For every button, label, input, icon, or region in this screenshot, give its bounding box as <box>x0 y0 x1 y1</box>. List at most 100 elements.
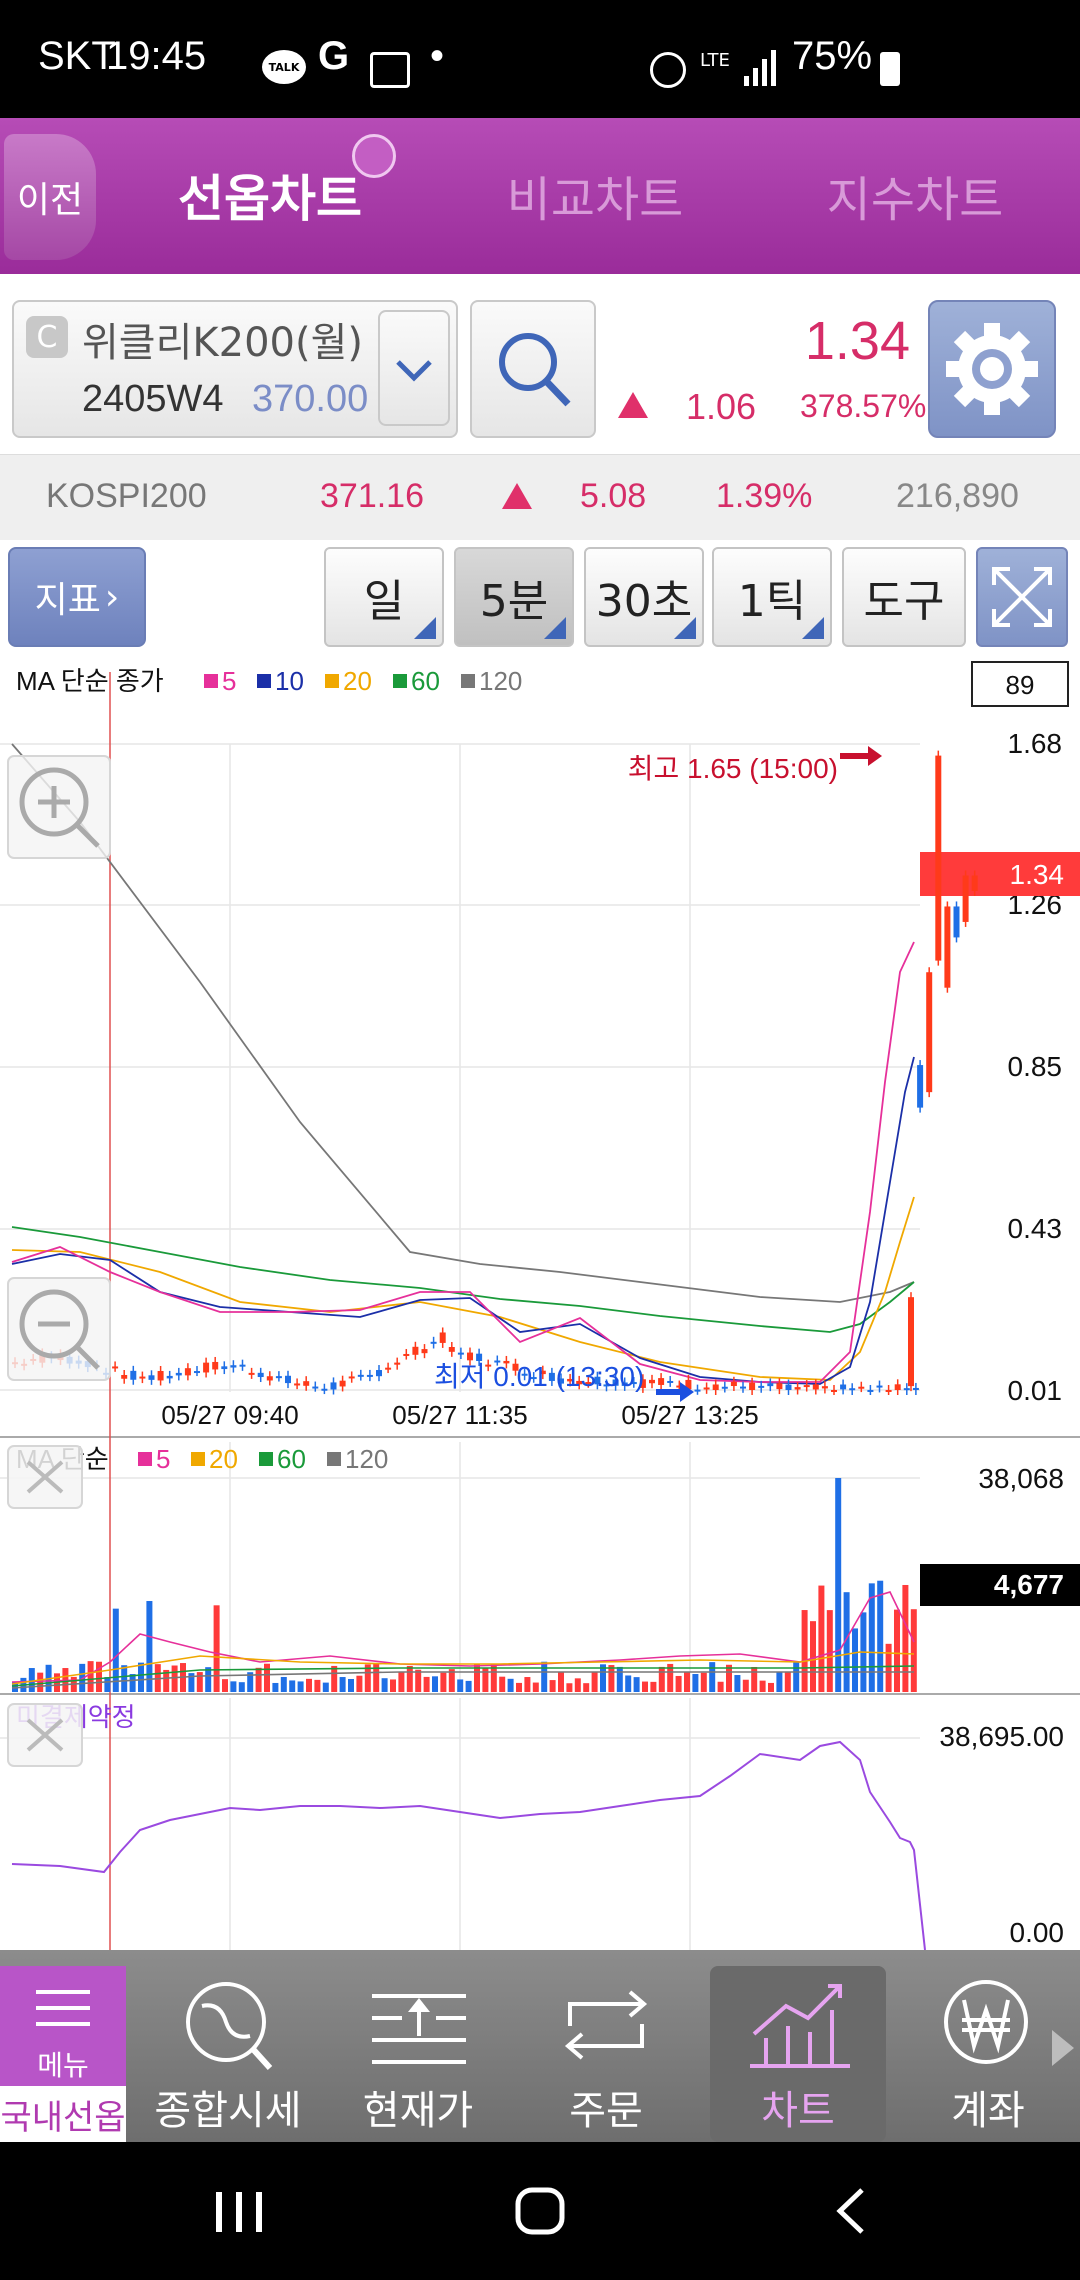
candle-body <box>112 1366 119 1369</box>
candle-body <box>858 1386 865 1389</box>
candle-body <box>212 1361 219 1370</box>
nav-current-price[interactable]: 현재가 <box>330 1966 506 2142</box>
ma-legend-swatch <box>461 674 475 688</box>
volume-bar <box>910 1609 917 1692</box>
current-price-tag-value: 1.34 <box>1010 859 1065 890</box>
period-day-button[interactable]: 일 <box>324 547 444 647</box>
candle-body <box>476 1353 483 1362</box>
gallery-icon <box>370 52 410 88</box>
volume-bar <box>684 1671 690 1692</box>
volume-bar <box>28 1668 35 1692</box>
candle-body <box>694 1389 701 1392</box>
candle-body <box>712 1384 719 1390</box>
home-icon[interactable] <box>510 2186 570 2236</box>
tab-compare-chart[interactable]: 비교차트 <box>450 150 740 240</box>
nav-chart[interactable]: 차트 <box>710 1966 886 2142</box>
volume-bar <box>877 1580 884 1692</box>
candle-body <box>157 1371 164 1381</box>
search-button[interactable] <box>470 300 596 438</box>
candle-body <box>312 1386 319 1389</box>
fullscreen-button[interactable] <box>976 547 1068 647</box>
tools-button[interactable]: 도구 <box>842 547 966 647</box>
menu-sub-label: 메뉴 <box>37 2049 89 2082</box>
candle-body <box>794 1387 801 1390</box>
zoom-out-button[interactable] <box>7 1277 111 1381</box>
candle-body <box>667 1380 674 1383</box>
candle-body <box>876 1385 883 1388</box>
up-triangle-icon <box>618 392 648 418</box>
candle-body <box>275 1376 282 1379</box>
volume-bar <box>751 1666 758 1692</box>
candle-body <box>230 1365 237 1368</box>
search-icon <box>499 333 571 407</box>
candle-body <box>457 1352 464 1355</box>
y-tick: 0.43 <box>1008 1213 1063 1244</box>
candle-body <box>166 1375 173 1379</box>
nav-menu[interactable]: 메뉴 국내선옵 <box>0 1966 126 2142</box>
zoom-in-button[interactable] <box>7 755 111 859</box>
index-change: 5.08 <box>580 477 647 515</box>
candle-body <box>758 1385 765 1388</box>
volume-bar <box>549 1680 556 1692</box>
volume-bar <box>709 1662 716 1692</box>
volume-bar <box>692 1673 699 1692</box>
nav-chart-label: 차트 <box>761 2088 835 2134</box>
period-tick-button[interactable]: 1틱 <box>712 547 832 647</box>
volume-bar <box>726 1664 732 1692</box>
close-oi-pane-button[interactable] <box>7 1703 83 1767</box>
scroll-right-icon[interactable] <box>1052 2030 1076 2066</box>
candle-body <box>303 1381 310 1386</box>
instrument-dropdown-button[interactable] <box>378 310 450 426</box>
indicator-button[interactable]: 지표 › <box>8 547 146 647</box>
volume-bar <box>507 1678 514 1692</box>
more-notifications-icon: • <box>430 34 445 78</box>
nav-order-label: 주문 <box>569 2088 643 2134</box>
candle-body <box>658 1378 665 1385</box>
volume-bar <box>196 1672 203 1692</box>
volume-bar <box>608 1665 615 1692</box>
volume-bar <box>331 1665 338 1692</box>
candle-body <box>394 1362 401 1365</box>
volume-bar <box>390 1679 396 1692</box>
volume-ma-legend: 5 20 60 120 <box>138 1444 388 1474</box>
volume-bar <box>381 1678 388 1692</box>
chart-area[interactable]: MA 단순 종가 5 10 20 60 120 89 1.68 1.26 0.85 0.… <box>0 652 1080 1951</box>
nav-order[interactable]: 주문 <box>518 1966 694 2142</box>
ma-120-line <box>11 743 915 1303</box>
oi-min-label: 0.00 <box>1010 1917 1065 1948</box>
phone-sync-icon[interactable] <box>352 134 396 178</box>
volume-bar <box>532 1682 539 1692</box>
volume-max-label: 38,068 <box>978 1463 1064 1494</box>
ma-legend-swatch <box>325 674 339 688</box>
volume-bar <box>138 1662 144 1692</box>
volume-bar <box>574 1678 581 1692</box>
candle-body <box>894 1384 901 1390</box>
volume-bar <box>222 1679 228 1692</box>
nav-market-overview[interactable]: 종합시세 <box>140 1966 316 2142</box>
tab-index-chart[interactable]: 지수차트 <box>770 150 1060 240</box>
period-30sec-button[interactable]: 30초 <box>584 547 704 647</box>
volume-bar <box>633 1677 640 1692</box>
nav-account[interactable]: 계좌 <box>900 1966 1076 2142</box>
recent-apps-icon[interactable] <box>210 2186 270 2236</box>
volume-bar <box>650 1681 657 1692</box>
chart-svg[interactable]: MA 단순 종가 5 10 20 60 120 89 1.68 1.26 0.85 0.… <box>0 652 1080 1951</box>
settings-button[interactable] <box>928 300 1056 438</box>
nav-current-price-label: 현재가 <box>362 2088 474 2134</box>
back-button[interactable]: 이전 <box>4 134 96 260</box>
candle-body <box>467 1352 473 1361</box>
volume-bar <box>297 1681 304 1692</box>
index-price: 371.16 <box>320 477 424 515</box>
x-tick: 05/27 13:25 <box>621 1400 758 1430</box>
volume-bar <box>742 1679 749 1692</box>
candle-body <box>812 1384 819 1390</box>
volume-bar <box>398 1672 405 1692</box>
period-5min-button[interactable]: 5분 <box>454 547 574 647</box>
volume-bar <box>642 1681 648 1692</box>
close-volume-pane-button[interactable] <box>7 1445 83 1509</box>
candle-body <box>285 1375 291 1384</box>
volume-bar <box>885 1643 892 1692</box>
volume-bar <box>768 1682 774 1692</box>
candle-body <box>821 1386 828 1389</box>
back-nav-icon[interactable] <box>820 2186 880 2236</box>
